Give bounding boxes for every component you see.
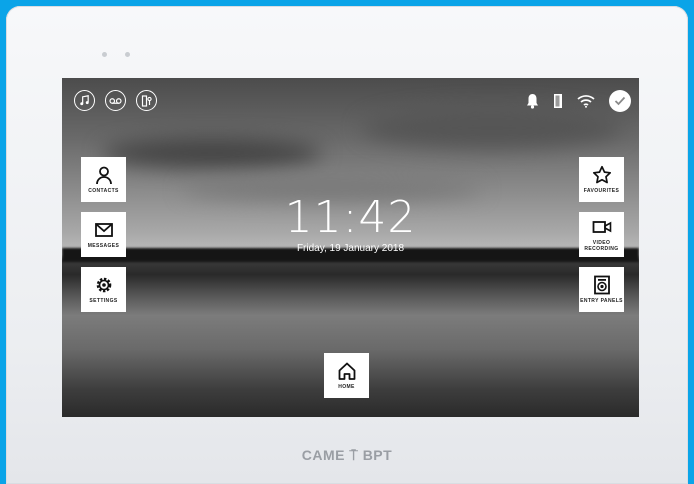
person-icon <box>95 166 112 185</box>
cloud-shape <box>102 138 322 168</box>
entry-panels-button[interactable]: ENTRY PANELS <box>579 267 624 312</box>
cloud-shape <box>362 108 622 148</box>
video-recording-label: VIDEO RECORDING <box>584 240 619 252</box>
wifi-icon[interactable] <box>577 94 595 108</box>
sensor-dot <box>125 52 130 57</box>
door-key-icon[interactable] <box>136 90 157 111</box>
messages-button[interactable]: MESSAGES <box>81 212 126 257</box>
brand-logo: CAME ⍑ BPT <box>301 447 393 463</box>
home-icon <box>338 362 355 380</box>
home-button[interactable]: HOME <box>324 353 369 398</box>
status-bar-right <box>526 90 631 112</box>
envelope-icon <box>94 223 113 237</box>
clock-time: 11:42 <box>284 192 417 243</box>
door-icon[interactable] <box>553 93 563 109</box>
status-bar-left <box>74 90 157 111</box>
contacts-label: CONTACTS <box>88 188 119 194</box>
entry-panel-icon <box>593 275 610 295</box>
favourites-label: FAVOURITES <box>583 188 620 194</box>
touch-screen: 11:42 Friday, 19 January 2018 CONTACTS M… <box>62 78 639 417</box>
entry-panels-label: ENTRY PANELS <box>580 298 623 304</box>
settings-button[interactable]: SETTINGS <box>81 267 126 312</box>
contacts-button[interactable]: CONTACTS <box>81 157 126 202</box>
favourites-button[interactable]: FAVOURITES <box>579 157 624 202</box>
camera-dot <box>102 52 107 57</box>
video-camera-icon <box>592 221 611 233</box>
settings-label: SETTINGS <box>89 298 118 304</box>
clock-date: Friday, 19 January 2018 <box>296 243 405 254</box>
check-icon[interactable] <box>609 90 631 112</box>
clock-widget: 11:42 Friday, 19 January 2018 <box>62 192 639 255</box>
star-icon <box>592 165 611 184</box>
bell-icon[interactable] <box>526 93 539 109</box>
voicemail-icon[interactable] <box>105 90 126 111</box>
music-note-icon[interactable] <box>74 90 95 111</box>
gear-icon <box>96 277 111 293</box>
video-recording-button[interactable]: VIDEO RECORDING <box>579 212 624 257</box>
home-label: HOME <box>338 384 355 390</box>
messages-label: MESSAGES <box>87 243 120 249</box>
